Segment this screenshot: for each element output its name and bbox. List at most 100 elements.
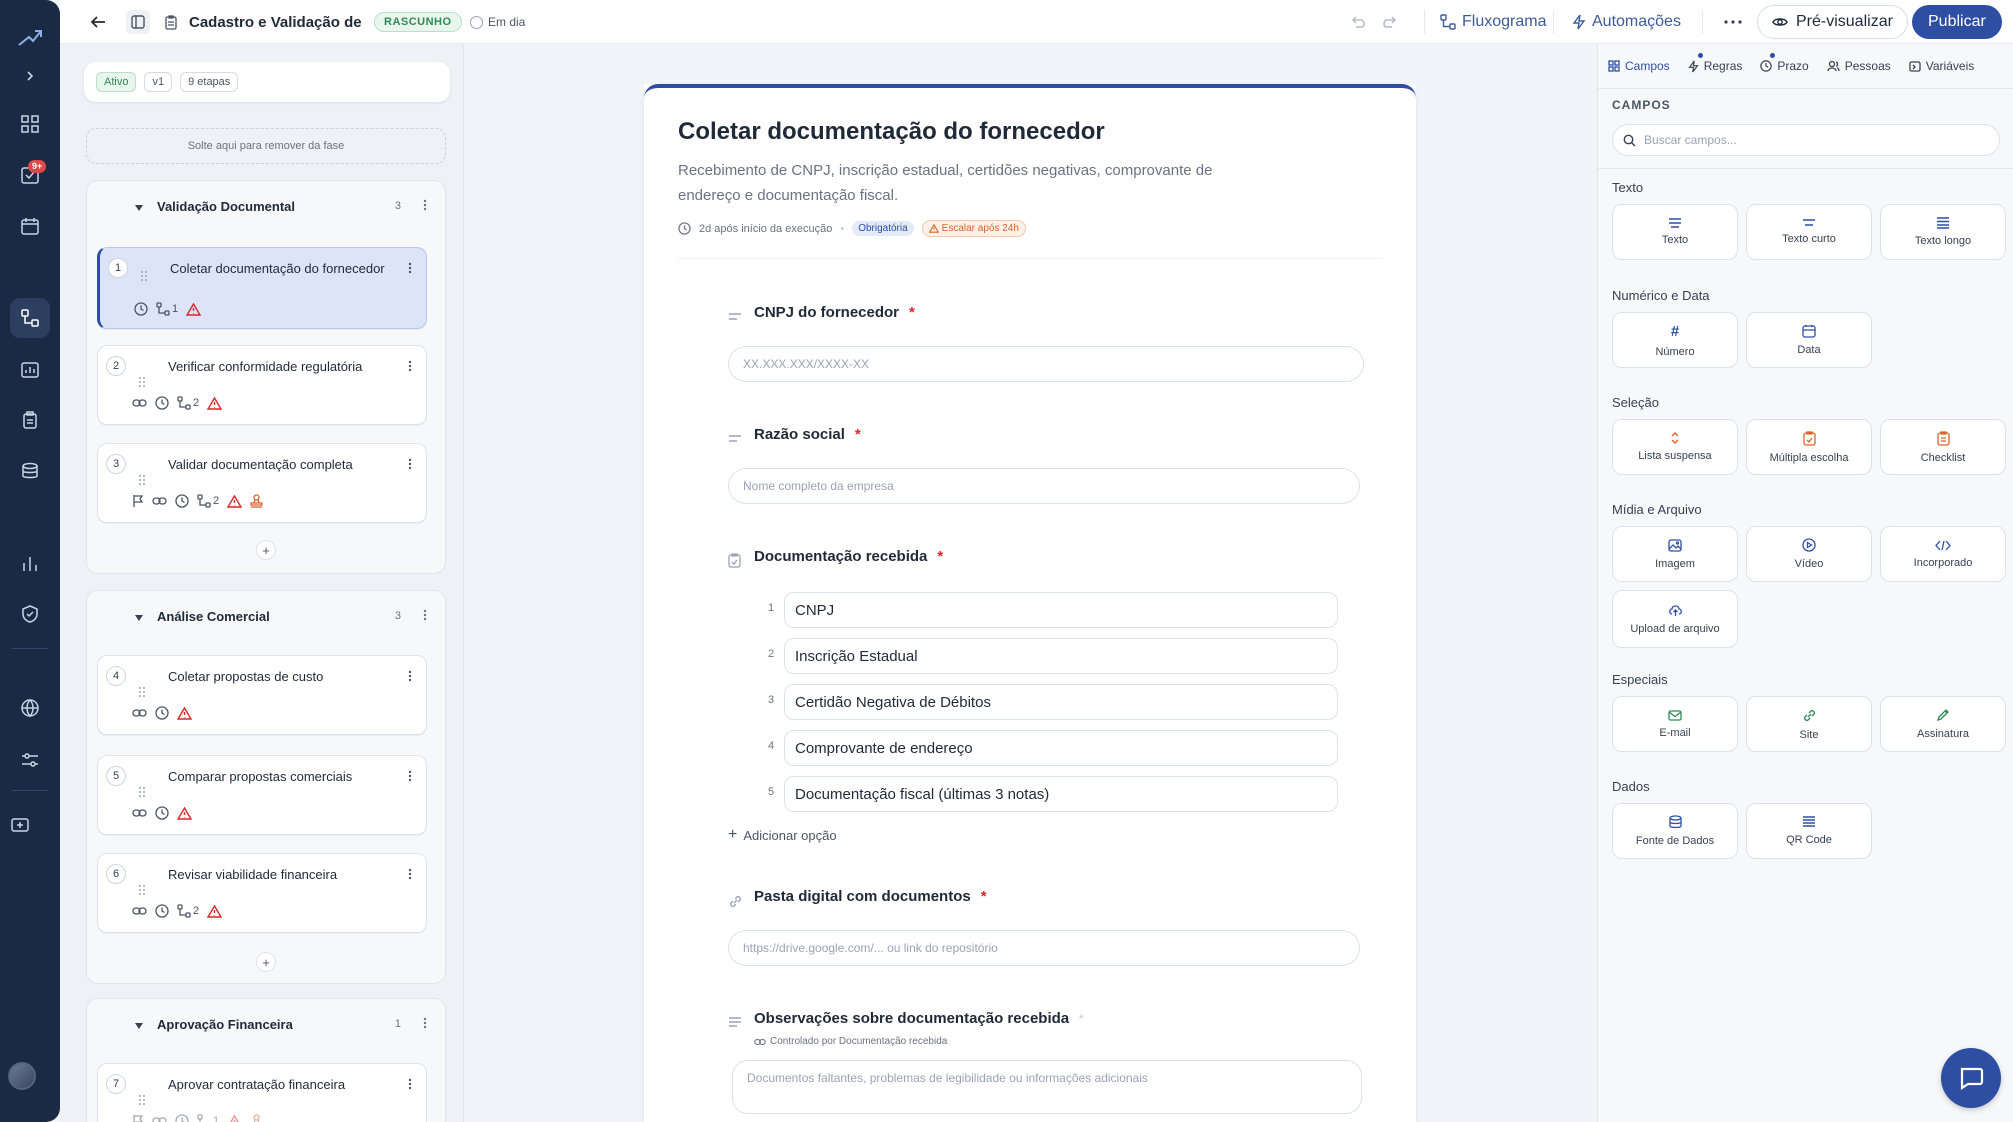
step-card[interactable]: 7 Aprovar contratação financeira 1 — [97, 1063, 427, 1122]
cnpj-input[interactable]: XX.XXX.XXX/XXXX-XX — [728, 346, 1364, 382]
field-label[interactable]: Documentação recebida * — [754, 548, 943, 565]
settings-sliders-icon[interactable] — [10, 740, 50, 780]
required-mark: * — [937, 548, 944, 565]
fields-search-input[interactable]: Buscar campos... — [1612, 124, 2000, 156]
tab-pessoas[interactable]: Pessoas — [1827, 59, 1891, 73]
chevron-down-icon[interactable] — [135, 1017, 143, 1032]
flowchart-button[interactable]: Fluxograma — [1440, 13, 1546, 31]
form-description[interactable]: Recebimento de CNPJ, inscrição estadual,… — [678, 158, 1238, 208]
field-tile-fonte-dados[interactable]: Fonte de Dados — [1612, 803, 1738, 859]
kebab-icon[interactable] — [408, 262, 412, 277]
field-tile-imagem[interactable]: Imagem — [1612, 526, 1738, 582]
chart-board-icon[interactable] — [10, 350, 50, 390]
field-tile-texto[interactable]: Texto — [1612, 204, 1738, 260]
more-icon[interactable] — [1724, 0, 1742, 44]
field-tile-multipla-escolha[interactable]: Múltipla escolha — [1746, 419, 1872, 475]
razao-social-input[interactable]: Nome completo da empresa — [728, 468, 1360, 504]
field-tile-texto-curto[interactable]: Texto curto — [1746, 204, 1872, 260]
field-tile-site[interactable]: Site — [1746, 696, 1872, 752]
expand-chevron-icon[interactable] — [10, 56, 50, 96]
database-icon[interactable] — [10, 451, 50, 491]
remove-dropzone[interactable]: Solte aqui para remover da fase — [86, 128, 446, 164]
tile-label: E-mail — [1659, 726, 1691, 739]
drag-handle-icon[interactable] — [138, 686, 146, 701]
automations-button[interactable]: Automações — [1572, 13, 1681, 31]
add-step-button[interactable]: + — [256, 540, 276, 560]
kebab-icon[interactable] — [423, 199, 427, 214]
step-card[interactable]: 1 Coletar documentação do fornecedor 1 — [97, 247, 427, 329]
drag-handle-icon[interactable] — [138, 884, 146, 899]
option-input[interactable]: Inscrição Estadual — [784, 638, 1338, 674]
globe-icon[interactable] — [10, 688, 50, 728]
field-tile-email[interactable]: E-mail — [1612, 696, 1738, 752]
sidebar-toggle-icon[interactable] — [126, 0, 150, 44]
field-tile-upload[interactable]: Upload de arquivo — [1612, 590, 1738, 648]
phase-header[interactable]: Análise Comercial 3 — [87, 591, 445, 641]
tab-campos[interactable]: Campos — [1608, 59, 1670, 73]
chevron-down-icon[interactable] — [135, 199, 143, 214]
option-input[interactable]: CNPJ — [784, 592, 1338, 628]
field-tile-assinatura[interactable]: Assinatura — [1880, 696, 2006, 752]
drag-handle-icon[interactable] — [138, 1094, 146, 1109]
calendar-icon[interactable] — [10, 206, 50, 246]
field-tile-checklist[interactable]: Checklist — [1880, 419, 2006, 475]
field-tile-data[interactable]: Data — [1746, 312, 1872, 368]
kebab-icon[interactable] — [408, 670, 412, 685]
add-option-button[interactable]: + Adicionar opção — [728, 826, 837, 844]
option-input[interactable]: Certidão Negativa de Débitos — [784, 684, 1338, 720]
option-input[interactable]: Documentação fiscal (últimas 3 notas) — [784, 776, 1338, 812]
pen-icon — [1936, 708, 1950, 722]
shield-icon[interactable] — [10, 594, 50, 634]
step-card[interactable]: 2 Verificar conformidade regulatória 2 — [97, 345, 427, 425]
kebab-icon[interactable] — [408, 458, 412, 473]
feedback-icon[interactable] — [0, 806, 40, 846]
step-card[interactable]: 5 Comparar propostas comerciais — [97, 755, 427, 835]
preview-button[interactable]: Pré-visualizar — [1757, 5, 1908, 39]
field-label[interactable]: CNPJ do fornecedor * — [754, 304, 915, 321]
back-arrow-icon[interactable] — [90, 0, 106, 44]
tab-prazo[interactable]: Prazo — [1760, 53, 1809, 73]
logo-icon[interactable] — [10, 18, 50, 58]
drag-handle-icon[interactable] — [138, 376, 146, 391]
field-tile-texto-longo[interactable]: Texto longo — [1880, 204, 2006, 260]
step-card[interactable]: 6 Revisar viabilidade financeira 2 — [97, 853, 427, 933]
clipboard-icon[interactable] — [10, 400, 50, 440]
field-tile-video[interactable]: Vídeo — [1746, 526, 1872, 582]
field-label[interactable]: Observações sobre documentação recebida * — [754, 1010, 1083, 1027]
drag-handle-icon[interactable] — [138, 786, 146, 801]
field-label[interactable]: Pasta digital com documentos * — [754, 888, 987, 905]
kebab-icon[interactable] — [408, 868, 412, 883]
kebab-icon[interactable] — [408, 360, 412, 375]
form-title[interactable]: Coletar documentação do fornecedor — [678, 118, 1105, 146]
chat-button[interactable] — [1941, 1048, 2001, 1108]
grid-icon[interactable] — [10, 104, 50, 144]
field-tile-qr-code[interactable]: QR Code — [1746, 803, 1872, 859]
workflow-icon[interactable] — [10, 298, 50, 338]
field-tile-lista-suspensa[interactable]: Lista suspensa — [1612, 419, 1738, 475]
field-tile-incorporado[interactable]: Incorporado — [1880, 526, 2006, 582]
observacoes-textarea[interactable]: Documentos faltantes, problemas de legib… — [732, 1060, 1362, 1114]
tab-regras[interactable]: Regras — [1688, 53, 1742, 73]
pasta-digital-input[interactable]: https://drive.google.com/... ou link do … — [728, 930, 1360, 966]
kebab-icon[interactable] — [423, 609, 427, 624]
kebab-icon[interactable] — [423, 1017, 427, 1032]
undo-icon[interactable] — [1350, 0, 1366, 44]
step-card[interactable]: 3 Validar documentação completa 2 — [97, 443, 427, 523]
publish-button[interactable]: Publicar — [1912, 5, 2002, 39]
field-tile-numero[interactable]: # Número — [1612, 312, 1738, 368]
field-label[interactable]: Razão social * — [754, 426, 861, 443]
phase-header[interactable]: Validação Documental 3 — [87, 181, 445, 231]
bar-chart-icon[interactable] — [10, 544, 50, 584]
kebab-icon[interactable] — [408, 1078, 412, 1093]
step-card[interactable]: 4 Coletar propostas de custo — [97, 655, 427, 735]
option-input[interactable]: Comprovante de endereço — [784, 730, 1338, 766]
drag-handle-icon[interactable] — [138, 474, 146, 489]
redo-icon[interactable] — [1382, 0, 1398, 44]
tab-variaveis[interactable]: Variáveis — [1909, 59, 1974, 73]
kebab-icon[interactable] — [408, 770, 412, 785]
phase-header[interactable]: Aprovação Financeira 1 — [87, 999, 445, 1049]
avatar[interactable] — [8, 1062, 36, 1090]
add-step-button[interactable]: + — [256, 952, 276, 972]
chevron-down-icon[interactable] — [135, 609, 143, 624]
drag-handle-icon[interactable] — [140, 270, 148, 285]
